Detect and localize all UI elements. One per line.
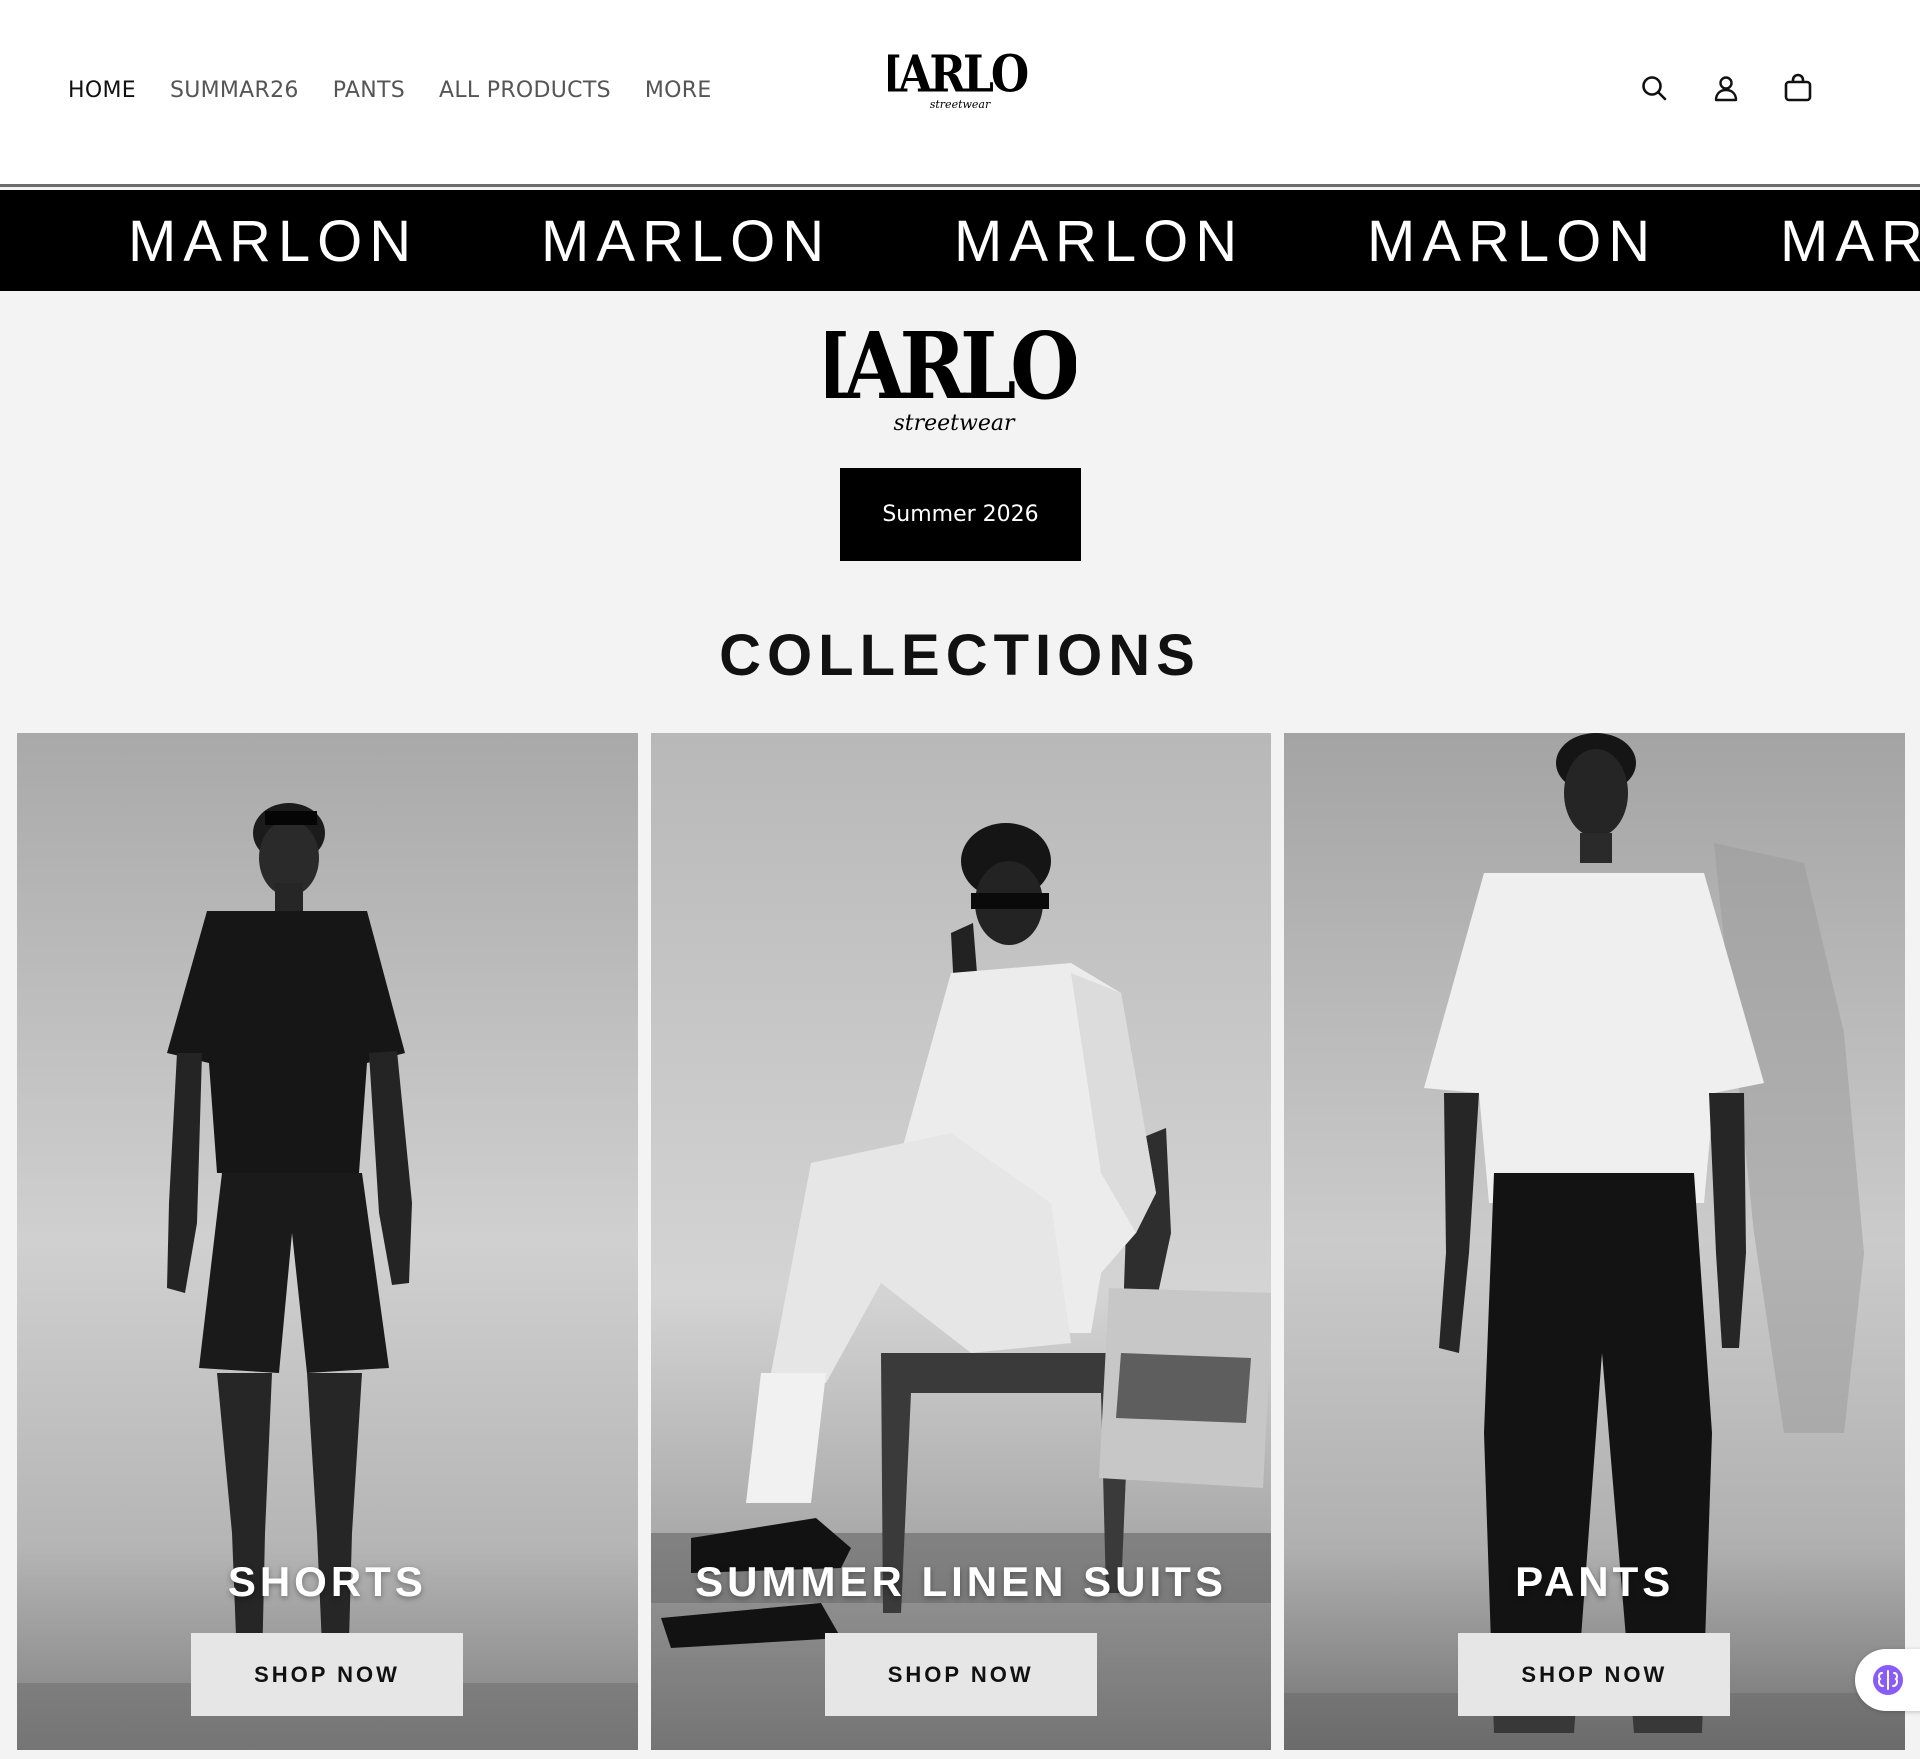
collection-card-summer-linen-suits[interactable]: SUMMER LINEN SUITS SHOP NOW (650, 733, 1272, 1750)
collection-card-pants[interactable]: PANTS SHOP NOW (1284, 733, 1906, 1750)
marquee-banner: MARLON MARLON MARLON MARLON MAR (0, 190, 1920, 291)
svg-text:MARLON: MARLON (826, 320, 1076, 421)
marquee-item: MAR (1780, 209, 1920, 274)
header-logo[interactable]: MARLON streetwear (888, 48, 1028, 118)
account-icon[interactable] (1710, 72, 1742, 104)
nav-home[interactable]: HOME (68, 78, 136, 103)
nav-summar26[interactable]: SUMMAR26 (170, 78, 299, 103)
cart-icon[interactable] (1782, 72, 1814, 104)
assistant-bubble[interactable] (1855, 1649, 1920, 1711)
nav-more[interactable]: MORE (645, 78, 712, 103)
shop-now-button-linen-suits[interactable]: SHOP NOW (824, 1633, 1097, 1716)
svg-text:MARLON: MARLON (888, 48, 1028, 105)
hero-logo: MARLON streetwear (826, 320, 1076, 436)
card-title-pants: PANTS (1515, 1558, 1675, 1605)
site-header: HOME SUMMAR26 PANTS ALL PRODUCTS MORE MA… (0, 0, 1920, 187)
marquee-item: MARLON (954, 209, 1245, 274)
brain-icon (1873, 1665, 1903, 1695)
collections-title: COLLECTIONS (719, 623, 1201, 688)
card-title-shorts: SHORTS (227, 1558, 427, 1605)
nav-pants[interactable]: PANTS (333, 78, 405, 103)
nav-all-products[interactable]: ALL PRODUCTS (439, 78, 611, 103)
main-nav: HOME SUMMAR26 PANTS ALL PRODUCTS MORE (68, 78, 712, 103)
header-icons (1638, 72, 1814, 104)
svg-text:streetwear: streetwear (930, 98, 991, 111)
search-icon[interactable] (1638, 72, 1670, 104)
summer-2026-button[interactable]: Summer 2026 (840, 468, 1081, 561)
marquee-item: MARLON (128, 209, 419, 274)
shop-now-button-pants[interactable]: SHOP NOW (1458, 1633, 1731, 1716)
card-title-summer-linen-suits: SUMMER LINEN SUITS (695, 1558, 1227, 1605)
collection-card-shorts[interactable]: SHORTS SHOP NOW (17, 733, 638, 1750)
shop-now-button-shorts[interactable]: SHOP NOW (191, 1633, 463, 1716)
marquee-item: MARLON (541, 209, 832, 274)
collections-grid: SHORTS SHOP NOW SUMMER LINEN SUITS SHOP … (17, 733, 1906, 1750)
marquee-item: MARLON (1367, 209, 1658, 274)
svg-text:streetwear: streetwear (893, 411, 1015, 436)
